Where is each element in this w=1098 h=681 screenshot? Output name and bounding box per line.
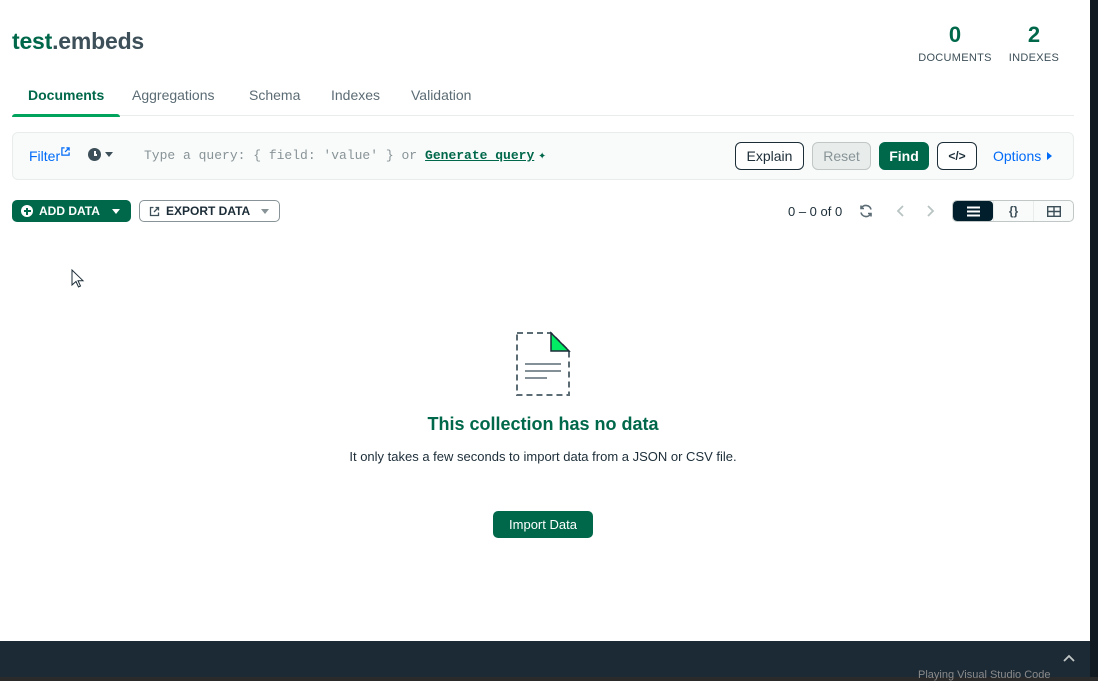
export-data-button[interactable]: EXPORT DATA (139, 200, 280, 222)
tab-validation[interactable]: Validation (411, 87, 471, 116)
mouse-cursor-icon (71, 269, 85, 288)
indexes-label: INDEXES (1008, 52, 1060, 64)
query-input[interactable]: Type a query: { field: 'value' } or Gene… (144, 148, 546, 163)
taskbar-now-playing: Playing Visual Studio Code (918, 669, 1051, 681)
indexes-stat: 2 INDEXES (1006, 22, 1062, 64)
list-icon (966, 206, 980, 216)
sparkle-icon: ✦ (538, 148, 547, 163)
chevron-right-icon[interactable] (923, 204, 937, 218)
documents-count: 0 (948, 22, 962, 47)
empty-state-description: It only takes a few seconds to import da… (349, 449, 737, 464)
compass-collection-view: test.embeds 0 DOCUMENTS 2 INDEXES Docume… (0, 0, 1090, 641)
tab-indexes[interactable]: Indexes (331, 87, 380, 116)
export-to-language-button[interactable]: </> (937, 142, 977, 170)
table-icon (1046, 205, 1061, 217)
chevron-right-icon (1047, 152, 1053, 160)
namespace-title: test.embeds (12, 28, 144, 55)
add-data-label: ADD DATA (39, 204, 100, 218)
curly-braces-icon: {} (1008, 204, 1019, 218)
documents-label: DOCUMENTS (918, 52, 992, 64)
tab-documents[interactable]: Documents (11, 87, 121, 117)
list-view-button[interactable] (953, 201, 993, 221)
pagination-text: 0 – 0 of 0 (788, 204, 843, 219)
table-view-button[interactable] (1033, 201, 1073, 221)
empty-document-icon (516, 331, 571, 396)
query-bar: Filter Type a query: { field: 'value' } … (12, 132, 1074, 180)
filter-label: Filter (29, 148, 61, 164)
tab-aggregations[interactable]: Aggregations (132, 87, 215, 116)
options-toggle[interactable]: Options (993, 148, 1053, 164)
chevron-down-icon (111, 208, 120, 214)
external-link-icon (61, 147, 70, 156)
export-icon (149, 206, 160, 216)
export-data-label: EXPORT DATA (166, 204, 251, 218)
query-placeholder: Type a query: { field: 'value' } or (144, 148, 418, 163)
empty-state-title: This collection has no data (427, 414, 659, 434)
explain-button[interactable]: Explain (735, 142, 804, 170)
tab-schema[interactable]: Schema (249, 87, 300, 116)
chevron-down-icon (105, 152, 113, 157)
json-view-button[interactable]: {} (993, 201, 1033, 221)
chevron-left-icon[interactable] (894, 204, 908, 218)
window-edge (1090, 0, 1098, 681)
chevron-down-icon (261, 208, 270, 214)
view-mode-switcher: {} (952, 200, 1074, 222)
clock-icon (88, 148, 101, 161)
generate-query-link[interactable]: Generate query (425, 148, 534, 163)
options-label: Options (993, 148, 1042, 164)
refresh-icon[interactable] (858, 203, 874, 219)
indexes-count: 2 (1027, 22, 1041, 47)
filter-link[interactable]: Filter (29, 147, 70, 164)
reset-button[interactable]: Reset (812, 142, 871, 170)
chevron-up-icon[interactable] (1062, 651, 1076, 665)
query-history-button[interactable] (88, 148, 113, 161)
import-data-button[interactable]: Import Data (493, 511, 593, 538)
namespace-db[interactable]: test (12, 28, 52, 54)
namespace-collection: .embeds (52, 28, 145, 54)
add-data-button[interactable]: ADD DATA (12, 200, 131, 222)
find-button[interactable]: Find (879, 142, 929, 170)
plus-circle-icon (21, 205, 33, 217)
collection-tabs: Documents Aggregations Schema Indexes Va… (11, 82, 1074, 117)
documents-stat: 0 DOCUMENTS (914, 22, 996, 64)
